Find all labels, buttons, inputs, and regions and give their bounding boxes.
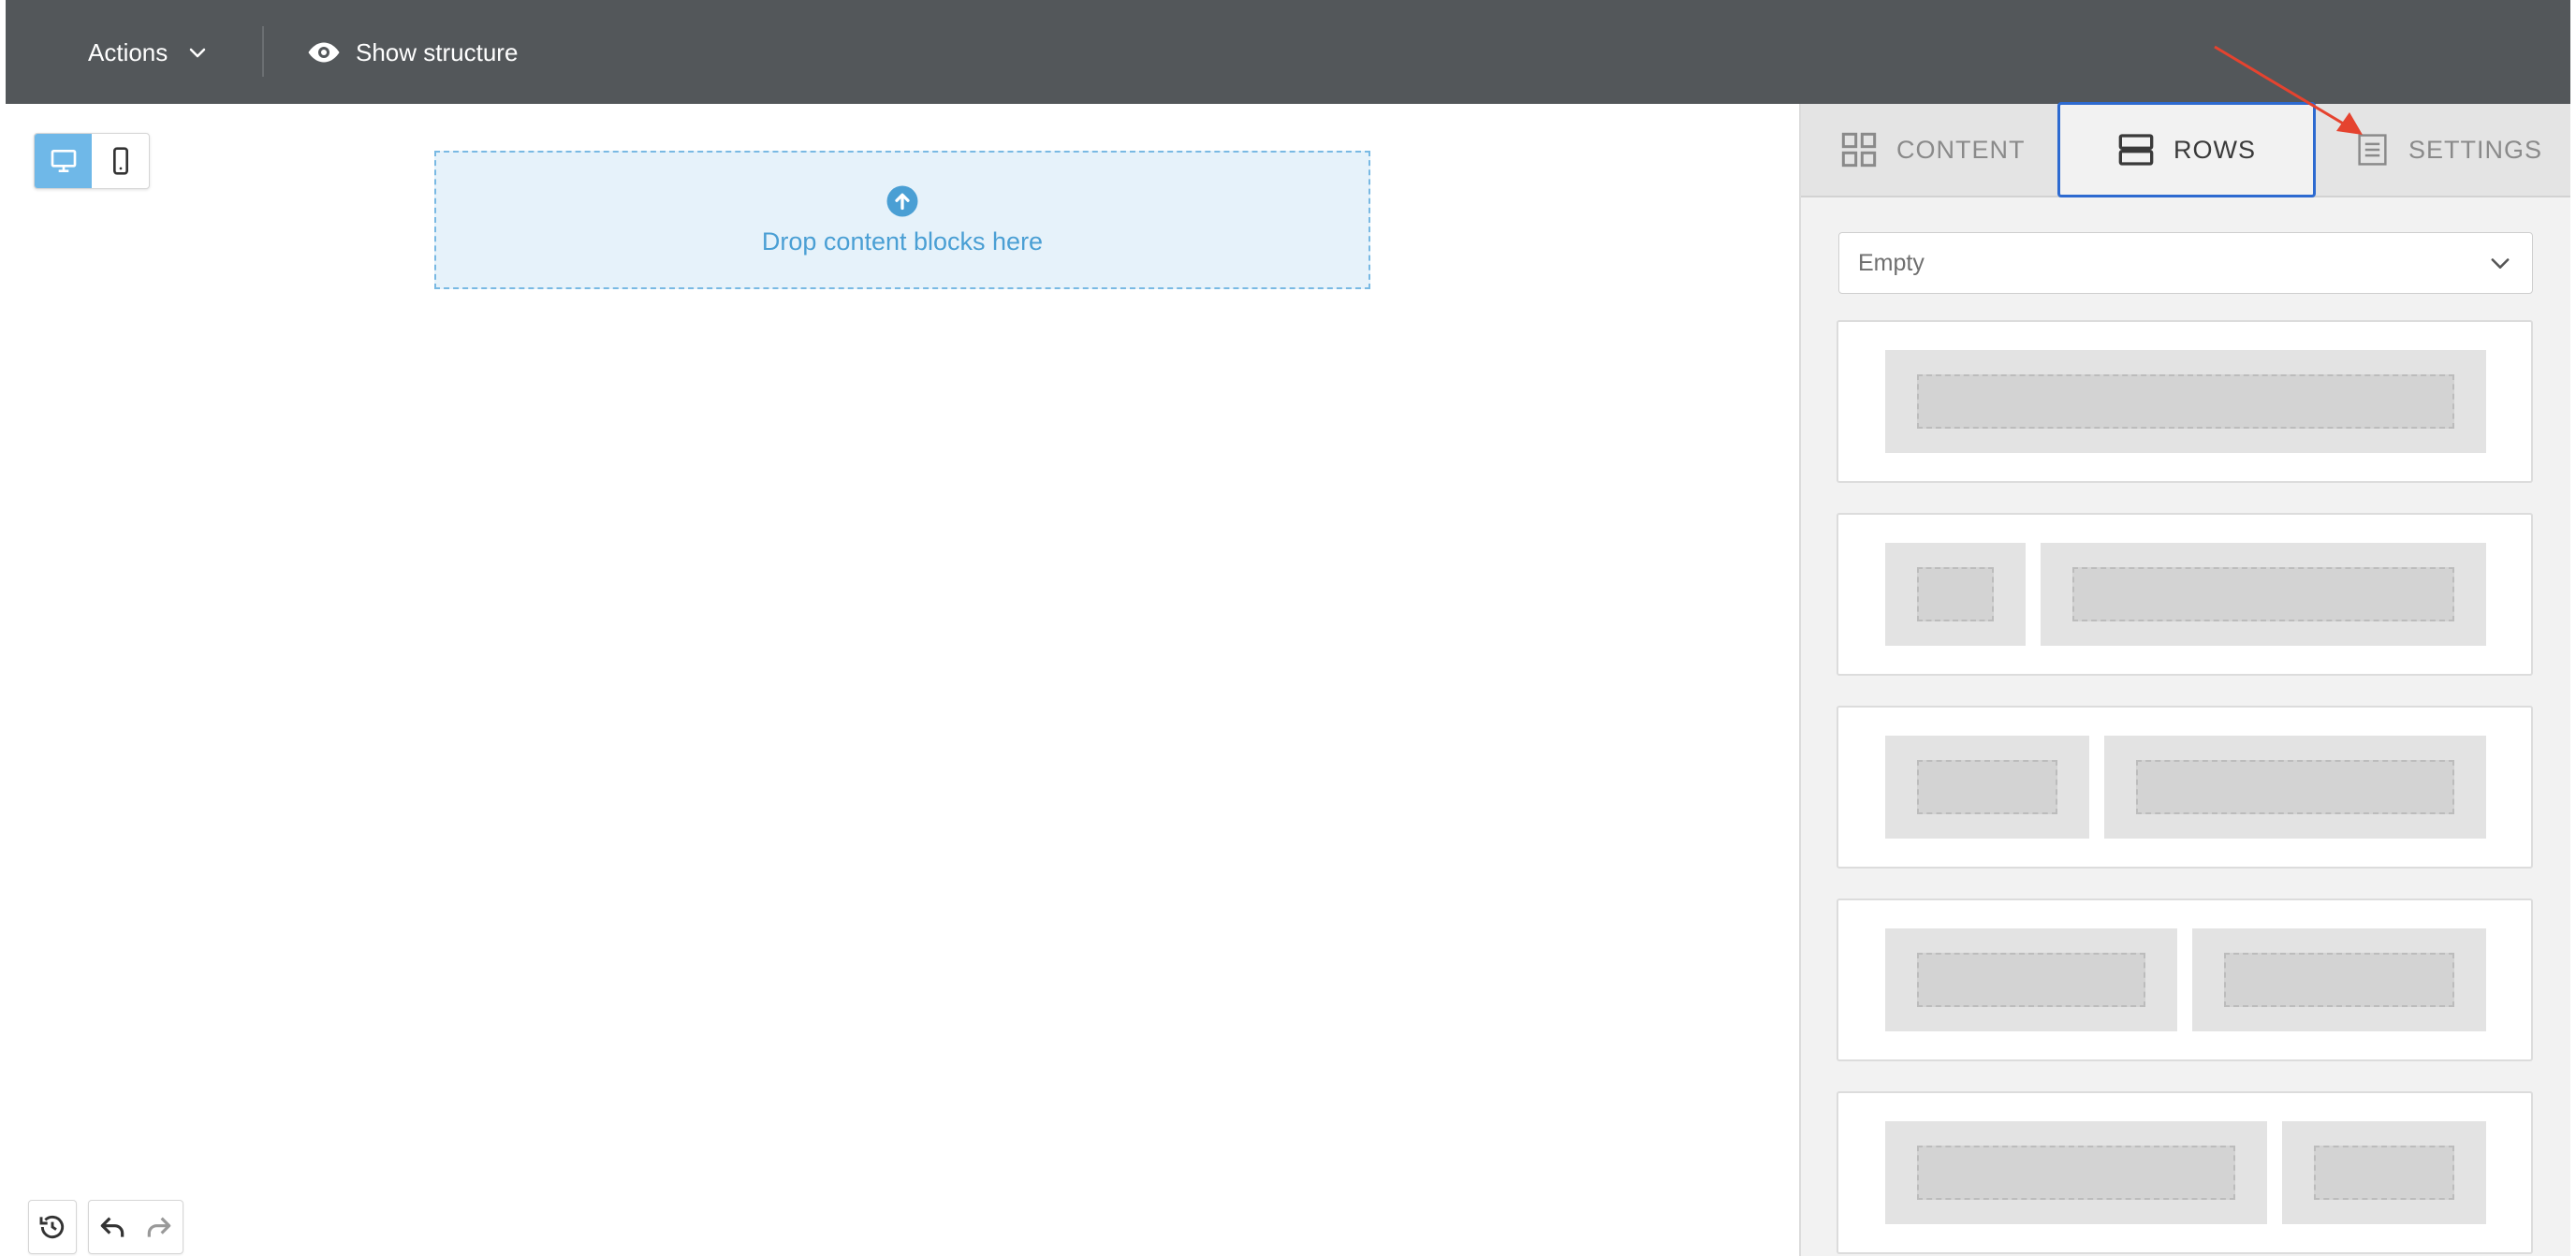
history-button[interactable] [28, 1200, 77, 1254]
row-column-placeholder [2282, 1121, 2486, 1224]
tab-rows[interactable]: ROWS [2057, 102, 2316, 197]
mobile-view-button[interactable] [92, 134, 149, 188]
dropzone-label: Drop content blocks here [761, 226, 1044, 256]
row-layout-1-column[interactable] [1837, 320, 2533, 483]
row-column-placeholder [1885, 736, 2089, 839]
chevron-down-icon [190, 48, 206, 58]
row-type-select[interactable]: Empty [1838, 232, 2533, 294]
tab-content-label: CONTENT [1896, 135, 2026, 164]
redo-icon [147, 1217, 171, 1237]
row-type-selected: Empty [1858, 249, 1925, 276]
actions-label: Actions [88, 37, 168, 66]
undo-button[interactable] [89, 1201, 136, 1253]
row-layout-8-4[interactable] [1837, 1091, 2533, 1254]
desktop-view-button[interactable] [35, 134, 92, 188]
desktop-icon [51, 150, 76, 172]
row-layout-4-8[interactable] [1837, 706, 2533, 869]
side-panel: CONTENT ROWS SETTINGS Empty [1799, 102, 2570, 1256]
tab-settings-label: SETTINGS [2408, 135, 2542, 164]
row-layout-6-6[interactable] [1837, 898, 2533, 1061]
redo-button[interactable] [136, 1201, 183, 1253]
tab-settings[interactable]: SETTINGS [2355, 104, 2542, 196]
grid-icon [1841, 132, 1877, 168]
chevron-down-icon [2491, 258, 2510, 269]
undo-icon [100, 1217, 124, 1237]
row-column-placeholder [2104, 736, 2486, 839]
row-column-placeholder [1885, 350, 2486, 453]
row-column-placeholder [2041, 543, 2486, 646]
row-column-placeholder [1885, 543, 2026, 646]
actions-menu-button[interactable]: Actions [88, 26, 209, 79]
top-toolbar: Actions Show structure [6, 0, 2570, 104]
settings-document-icon [2358, 134, 2387, 166]
tab-rows-label: ROWS [2174, 135, 2256, 164]
history-toolbar [28, 1200, 183, 1254]
mobile-icon [112, 147, 128, 175]
toolbar-divider [262, 26, 264, 77]
undo-redo-group [88, 1200, 183, 1254]
content-dropzone[interactable]: Drop content blocks here [434, 151, 1370, 289]
eye-icon [308, 42, 340, 63]
history-icon [39, 1215, 65, 1239]
row-column-placeholder [1885, 928, 2177, 1031]
row-column-placeholder [1885, 1121, 2267, 1224]
show-structure-label: Show structure [356, 37, 519, 66]
rows-icon [2118, 134, 2154, 166]
device-toggle [34, 133, 150, 189]
tab-content[interactable]: CONTENT [1840, 104, 2056, 196]
row-layout-3-9[interactable] [1837, 513, 2533, 676]
show-structure-button[interactable]: Show structure [307, 26, 518, 79]
row-column-placeholder [2192, 928, 2486, 1031]
panel-tabs: CONTENT ROWS SETTINGS [1801, 102, 2570, 197]
upload-circle-icon [886, 185, 918, 216]
